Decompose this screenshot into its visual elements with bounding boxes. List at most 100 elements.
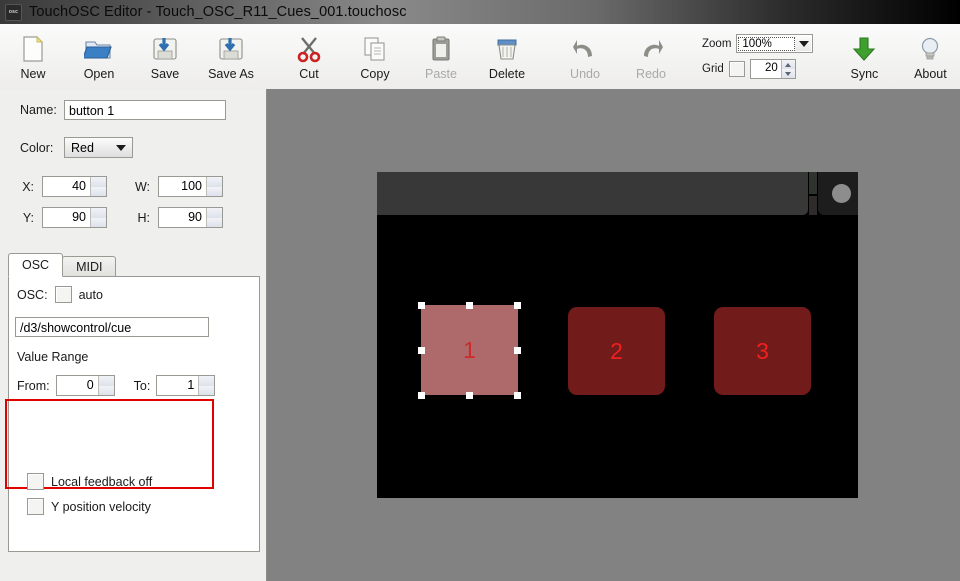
w-value: 100 (159, 177, 206, 196)
x-up[interactable] (91, 177, 106, 187)
zoom-grid-group: Zoom 100% Grid 20 (696, 24, 819, 89)
delete-button[interactable]: Delete (474, 24, 540, 89)
led-toggle-panel[interactable] (818, 172, 858, 215)
selection-handle-e[interactable] (514, 347, 521, 354)
sync-button-label: Sync (851, 67, 879, 81)
size-row: Y: 90 H: 90 (20, 207, 266, 228)
x-value: 40 (43, 177, 90, 196)
layout-canvas[interactable]: 1 2 3 (267, 89, 960, 581)
from-down[interactable] (99, 386, 114, 396)
pad-button-1[interactable]: 1 (421, 305, 518, 395)
chevron-down-icon (796, 41, 812, 47)
grid-size-value: 20 (751, 60, 781, 78)
y-position-velocity-row[interactable]: Y position velocity (27, 498, 151, 515)
tab-midi[interactable]: MIDI (62, 256, 116, 277)
redo-arrow-icon (636, 34, 666, 64)
pad-button-1-label: 1 (463, 337, 476, 364)
touchosc-editor-window: osc TouchOSC Editor - Touch_OSC_R11_Cues… (0, 0, 960, 581)
zoom-select[interactable]: 100% (736, 34, 813, 53)
name-input[interactable]: button 1 (64, 100, 226, 120)
cut-button[interactable]: Cut (276, 24, 342, 89)
x-down[interactable] (91, 187, 106, 197)
to-down[interactable] (199, 386, 214, 396)
spinner-arrows-icon[interactable] (90, 177, 106, 196)
sync-button[interactable]: Sync (831, 24, 897, 89)
spinner-arrows-icon[interactable] (90, 208, 106, 227)
device-preview[interactable]: 1 2 3 (377, 172, 858, 498)
save-as-disk-icon (216, 34, 246, 64)
save-button[interactable]: Save (132, 24, 198, 89)
new-button[interactable]: New (0, 24, 66, 89)
value-range-row: From: 0 To: 1 (17, 375, 259, 396)
save-as-button-label: Save As (208, 67, 254, 81)
open-folder-icon (84, 34, 114, 64)
local-feedback-checkbox[interactable] (27, 473, 44, 490)
h-up[interactable] (207, 208, 222, 218)
w-stepper[interactable]: 100 (158, 176, 223, 197)
w-up[interactable] (207, 177, 222, 187)
osc-auto-row: OSC: auto (17, 286, 259, 303)
local-feedback-row[interactable]: Local feedback off (27, 473, 152, 490)
open-button[interactable]: Open (66, 24, 132, 89)
from-stepper[interactable]: 0 (56, 375, 115, 396)
grid-size-down[interactable] (782, 69, 795, 78)
name-row: Name: button 1 (20, 100, 266, 120)
spinner-arrows-icon[interactable] (206, 208, 222, 227)
to-label: To: (134, 379, 151, 393)
y-stepper[interactable]: 90 (42, 207, 107, 228)
x-stepper[interactable]: 40 (42, 176, 107, 197)
status-bar-gap-top (809, 172, 817, 194)
lightbulb-icon (916, 34, 944, 64)
grid-size-stepper[interactable]: 20 (750, 59, 796, 79)
y-position-velocity-checkbox[interactable] (27, 498, 44, 515)
zoom-row: Zoom 100% (702, 34, 813, 53)
undo-button[interactable]: Undo (552, 24, 618, 89)
paste-button[interactable]: Paste (408, 24, 474, 89)
to-stepper[interactable]: 1 (156, 375, 215, 396)
pad-button-2[interactable]: 2 (568, 307, 665, 395)
x-label: X: (20, 180, 34, 194)
pad-button-3[interactable]: 3 (714, 307, 811, 395)
selection-handle-se[interactable] (514, 392, 521, 399)
selection-handle-w[interactable] (418, 347, 425, 354)
spinner-arrows-icon[interactable] (206, 177, 222, 196)
osc-address-input[interactable]: /d3/showcontrol/cue (15, 317, 209, 337)
selection-handle-n[interactable] (466, 302, 473, 309)
color-select[interactable]: Red (64, 137, 133, 158)
y-down[interactable] (91, 218, 106, 228)
save-as-button[interactable]: Save As (198, 24, 264, 89)
copy-button-label: Copy (360, 67, 389, 81)
osc-auto-checkbox[interactable] (55, 286, 72, 303)
tab-osc[interactable]: OSC (8, 253, 63, 277)
led-toggle-icon[interactable] (832, 184, 851, 203)
status-bar-gap-bottom (809, 196, 817, 215)
to-up[interactable] (199, 376, 214, 386)
redo-button[interactable]: Redo (618, 24, 684, 89)
redo-button-label: Redo (636, 67, 666, 81)
from-up[interactable] (99, 376, 114, 386)
spinner-arrows-icon[interactable] (781, 60, 795, 78)
protocol-tabstrip: OSC MIDI (8, 255, 260, 277)
h-stepper[interactable]: 90 (158, 207, 223, 228)
grid-checkbox[interactable] (729, 61, 745, 77)
selection-handle-sw[interactable] (418, 392, 425, 399)
copy-button[interactable]: Copy (342, 24, 408, 89)
h-label: H: (134, 211, 150, 225)
h-down[interactable] (207, 218, 222, 228)
spinner-arrows-icon[interactable] (198, 376, 214, 395)
pad-button-2-label: 2 (610, 338, 623, 365)
w-down[interactable] (207, 187, 222, 197)
zoom-value: 100% (738, 37, 795, 51)
grid-size-up[interactable] (782, 60, 795, 69)
y-up[interactable] (91, 208, 106, 218)
from-label: From: (17, 379, 50, 393)
position-row: X: 40 W: 100 (20, 176, 266, 197)
spinner-arrows-icon[interactable] (98, 376, 114, 395)
zoom-label: Zoom (702, 38, 731, 50)
about-button[interactable]: About (897, 24, 960, 89)
selection-handle-s[interactable] (466, 392, 473, 399)
color-label: Color: (20, 141, 64, 155)
selection-handle-nw[interactable] (418, 302, 425, 309)
value-range-label: Value Range (17, 350, 259, 364)
selection-handle-ne[interactable] (514, 302, 521, 309)
